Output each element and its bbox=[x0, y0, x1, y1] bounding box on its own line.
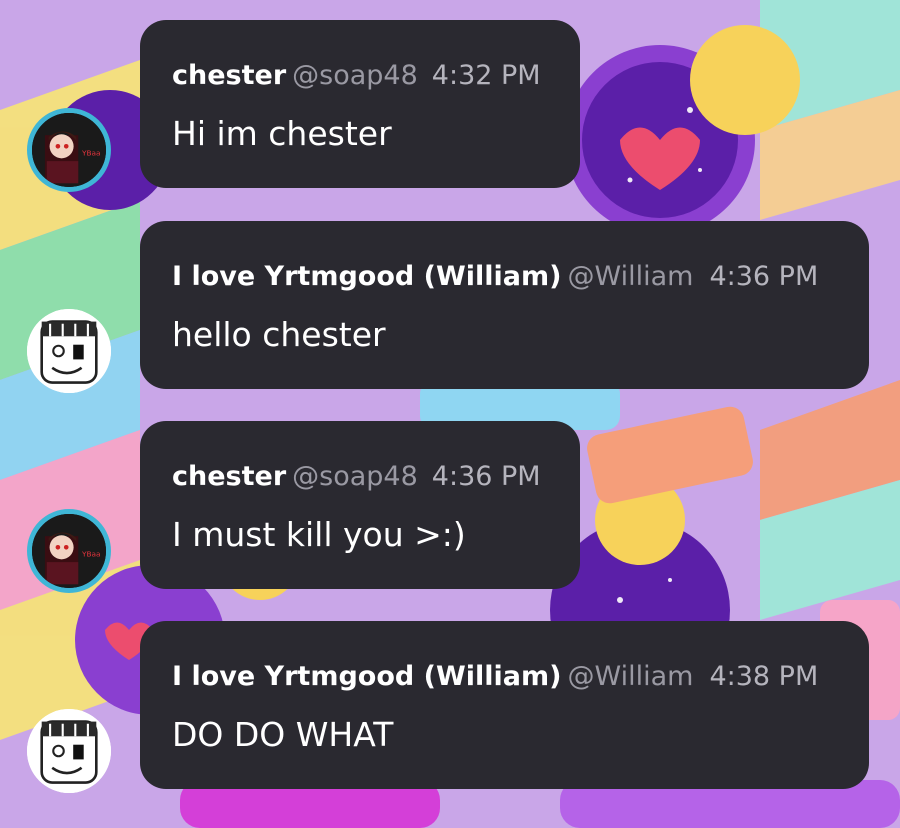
message-text: I must kill you >:) bbox=[172, 515, 466, 554]
message-bubble: I love Yrtmgood (William) @William 4:38 PM… bbox=[140, 621, 869, 789]
message-timestamp: 4:38 PM bbox=[709, 661, 819, 692]
message-timestamp: 4:36 PM bbox=[709, 261, 819, 292]
author-name[interactable]: I love Yrtmgood (William) bbox=[172, 661, 561, 692]
author-handle[interactable]: @soap48 bbox=[292, 56, 418, 96]
message-header: I love Yrtmgood (William) @William 4:36 PM bbox=[172, 257, 869, 297]
message-text: Hi im chester bbox=[172, 114, 392, 153]
chat-message: I love Yrtmgood (William) @William 4:36 PM… bbox=[0, 221, 900, 401]
message-header: chester @soap48 4:36 PM bbox=[172, 457, 580, 497]
william-avatar-icon[interactable] bbox=[27, 309, 111, 393]
chat-message: YBaa chester @soap48 4:36 PM I must kill y… bbox=[0, 421, 900, 601]
message-header: chester @soap48 4:32 PM bbox=[172, 56, 580, 96]
message-timestamp: 4:36 PM bbox=[431, 461, 541, 492]
author-name[interactable]: chester bbox=[172, 461, 286, 492]
author-handle[interactable]: @William bbox=[567, 657, 695, 697]
svg-text:YBaa: YBaa bbox=[81, 149, 101, 158]
author-handle[interactable]: @William bbox=[567, 257, 695, 297]
message-bubble: chester @soap48 4:36 PM I must kill you >:… bbox=[140, 421, 580, 589]
chat-message: I love Yrtmgood (William) @William 4:38 PM… bbox=[0, 621, 900, 801]
message-text: DO DO WHAT bbox=[172, 715, 394, 754]
william-avatar-icon[interactable] bbox=[27, 709, 111, 793]
message-timestamp: 4:32 PM bbox=[431, 60, 541, 91]
author-handle[interactable]: @soap48 bbox=[292, 457, 418, 497]
chester-avatar-icon[interactable]: YBaa bbox=[27, 509, 111, 593]
author-name[interactable]: chester bbox=[172, 60, 286, 91]
chat-message: YBaa chester @soap48 4:32 PM Hi im chester bbox=[0, 20, 900, 200]
message-header: I love Yrtmgood (William) @William 4:38 PM bbox=[172, 657, 869, 697]
message-text: hello chester bbox=[172, 315, 386, 354]
author-name[interactable]: I love Yrtmgood (William) bbox=[172, 261, 561, 292]
svg-text:YBaa: YBaa bbox=[81, 550, 101, 559]
message-bubble: I love Yrtmgood (William) @William 4:36 PM… bbox=[140, 221, 869, 389]
chester-avatar-icon[interactable]: YBaa bbox=[27, 108, 111, 192]
message-bubble: chester @soap48 4:32 PM Hi im chester bbox=[140, 20, 580, 188]
